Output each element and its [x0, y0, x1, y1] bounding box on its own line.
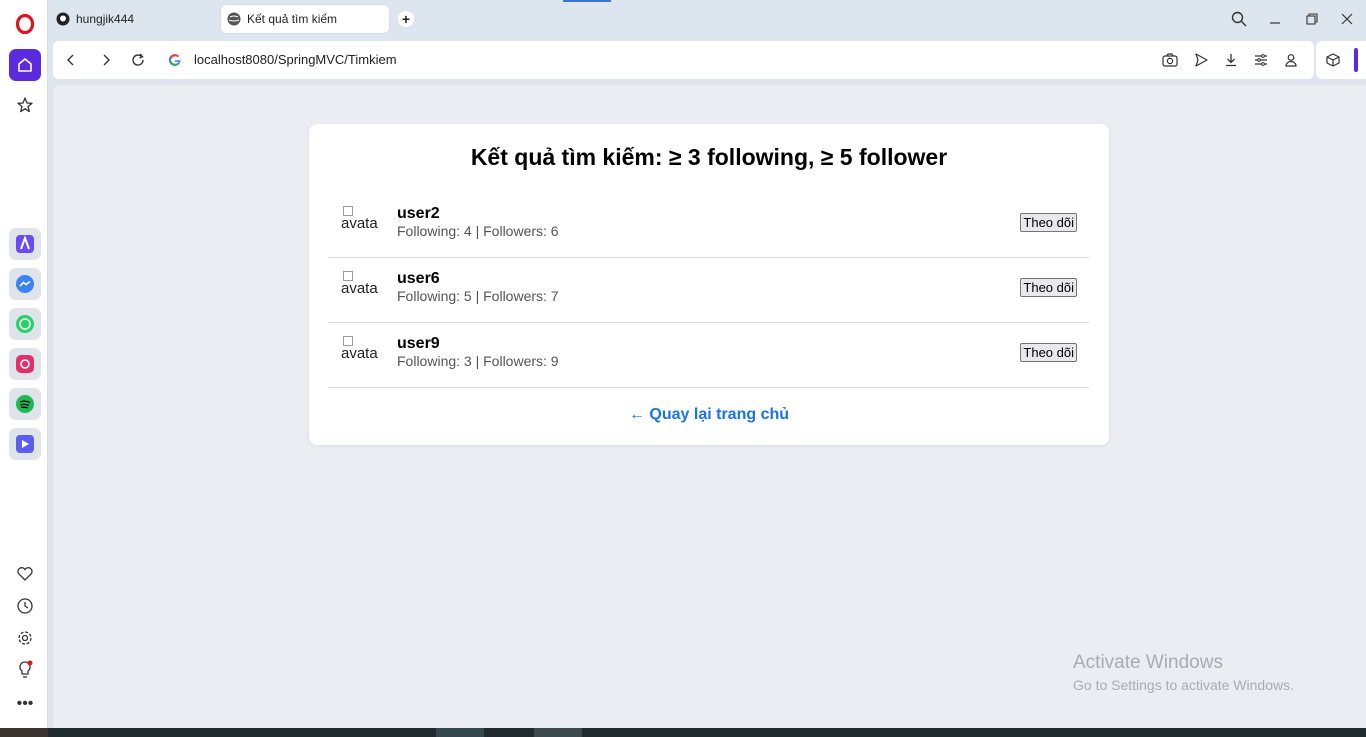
- camera-icon[interactable]: [1160, 50, 1180, 70]
- new-tab-button[interactable]: +: [398, 11, 414, 27]
- spotify-icon[interactable]: [9, 388, 41, 420]
- heart-icon[interactable]: [9, 558, 41, 590]
- user-name: user9: [397, 335, 440, 352]
- user-stats: Following: 3 | Followers: 9: [397, 353, 559, 369]
- search-icon[interactable]: [1228, 8, 1250, 30]
- google-icon: [165, 50, 185, 70]
- easy-setup-icon[interactable]: [1251, 50, 1271, 70]
- taskbar-item[interactable]: [534, 728, 582, 737]
- cube-icon[interactable]: [1323, 50, 1343, 70]
- lightbulb-icon[interactable]: [9, 654, 41, 686]
- avatar: avata: [341, 271, 381, 305]
- tab-github[interactable]: hungjik444: [56, 5, 216, 33]
- star-icon[interactable]: [9, 89, 41, 121]
- back-icon[interactable]: [61, 50, 81, 70]
- tab-search-results[interactable]: Kết quả tìm kiếm: [221, 5, 389, 33]
- avatar-alt-text: avata: [341, 215, 378, 232]
- opera-logo-icon[interactable]: [9, 8, 41, 40]
- follow-button[interactable]: Theo dõi: [1020, 278, 1077, 297]
- forward-icon[interactable]: [96, 50, 116, 70]
- broken-image-icon: [343, 336, 353, 346]
- history-icon[interactable]: [9, 590, 41, 622]
- minimize-icon[interactable]: [1264, 8, 1286, 30]
- more-icon[interactable]: •••: [9, 688, 41, 720]
- avatar: avata: [341, 206, 381, 240]
- github-icon: [56, 12, 70, 26]
- aria-app-icon[interactable]: [9, 228, 41, 260]
- user-row: avata user9 Following: 3 | Followers: 9 …: [328, 323, 1089, 388]
- page-title: Kết quả tìm kiếm: ≥ 3 following, ≥ 5 fol…: [470, 144, 948, 170]
- player-icon[interactable]: [9, 428, 41, 460]
- user-stats: Following: 4 | Followers: 6: [397, 223, 559, 239]
- user-row: avata user2 Following: 4 | Followers: 6 …: [328, 193, 1089, 258]
- instagram-icon[interactable]: [9, 348, 41, 380]
- page-viewport: Kết quả tìm kiếm: ≥ 3 following, ≥ 5 fol…: [53, 85, 1366, 728]
- close-icon[interactable]: [1336, 8, 1358, 30]
- home-icon[interactable]: [9, 49, 41, 81]
- avatar-alt-text: avata: [341, 345, 378, 362]
- avatar-alt-text: avata: [341, 280, 378, 297]
- sidebar-toggle-indicator[interactable]: [1354, 48, 1358, 72]
- broken-image-icon: [343, 206, 353, 216]
- taskbar: [0, 728, 1366, 737]
- reload-icon[interactable]: [128, 50, 148, 70]
- follow-button[interactable]: Theo dõi: [1020, 213, 1077, 232]
- taskbar-item[interactable]: [0, 728, 48, 737]
- back-home-link[interactable]: ← Quay lại trang chủ: [309, 406, 1109, 424]
- taskbar-item[interactable]: [436, 728, 484, 737]
- whatsapp-icon[interactable]: [9, 308, 41, 340]
- activate-windows-subtitle: Go to Settings to activate Windows.: [1073, 677, 1294, 693]
- browser-sidebar: •••: [0, 0, 48, 728]
- settings-gear-icon[interactable]: [9, 622, 41, 654]
- tab-label: Kết quả tìm kiếm: [247, 12, 338, 26]
- tab-label: hungjik444: [76, 12, 135, 26]
- url-field[interactable]: localhost8080/SpringMVC/Timkiem: [194, 52, 397, 67]
- user-row: avata user6 Following: 5 | Followers: 7 …: [328, 258, 1089, 323]
- follow-button[interactable]: Theo dõi: [1020, 343, 1077, 362]
- download-icon[interactable]: [1221, 50, 1241, 70]
- messenger-icon[interactable]: [9, 268, 41, 300]
- user-name: user6: [397, 270, 440, 287]
- send-icon[interactable]: [1191, 50, 1211, 70]
- broken-image-icon: [343, 271, 353, 281]
- avatar: avata: [341, 336, 381, 370]
- user-name: user2: [397, 205, 440, 222]
- restore-icon[interactable]: [1301, 8, 1323, 30]
- activate-windows-title: Activate Windows: [1073, 652, 1223, 673]
- tab-strip: hungjik444 Kết quả tìm kiếm +: [48, 0, 1366, 38]
- profile-icon[interactable]: [1281, 50, 1301, 70]
- tab-indicator: [563, 0, 611, 2]
- user-stats: Following: 5 | Followers: 7: [397, 288, 559, 304]
- extensions-box: [1316, 41, 1366, 79]
- globe-icon: [227, 12, 241, 26]
- search-results-card: Kết quả tìm kiếm: ≥ 3 following, ≥ 5 fol…: [309, 124, 1109, 445]
- address-bar: localhost8080/SpringMVC/Timkiem: [53, 41, 1314, 79]
